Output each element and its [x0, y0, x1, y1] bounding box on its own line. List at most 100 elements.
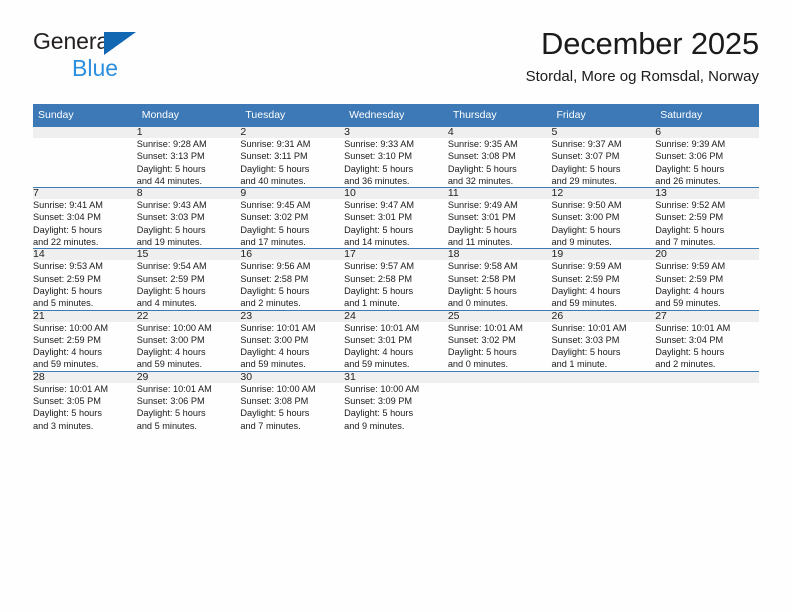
calendar-day-number[interactable]: 12: [551, 187, 656, 200]
day-detail-line: Sunset: 3:00 PM: [136, 334, 205, 345]
day-detail-line: and 44 minutes.: [136, 175, 203, 186]
day-detail-line: Daylight: 5 hours: [240, 163, 310, 174]
calendar-day-details: Sunrise: 9:37 AM Sunset: 3:07 PM Daylight:…: [551, 138, 656, 188]
day-detail-line: Sunrise: 10:01 AM: [344, 322, 420, 333]
calendar-day-number[interactable]: 26: [551, 309, 656, 322]
day-detail-line: and 2 minutes.: [655, 359, 716, 370]
day-detail-line: Daylight: 5 hours: [240, 408, 310, 419]
calendar-day-number[interactable]: 8: [136, 187, 241, 200]
calendar-day-number[interactable]: 24: [344, 309, 448, 322]
day-detail-line: Sunrise: 10:01 AM: [240, 322, 316, 333]
calendar-day-number[interactable]: 9: [240, 187, 345, 200]
week-detail-row: Sunrise: 10:00 AM Sunset: 2:59 PM Daylight…: [33, 321, 759, 372]
week-daynumber-row: 14 15 16 17 18 19 20: [33, 248, 759, 261]
calendar-day-number[interactable]: 1: [136, 126, 241, 138]
day-detail-line: Sunrise: 9:45 AM: [240, 200, 311, 211]
calendar-day-number[interactable]: 2: [240, 126, 345, 138]
day-detail-line: Daylight: 5 hours: [551, 224, 621, 235]
calendar-day-details: Sunrise: 9:33 AM Sunset: 3:10 PM Daylight:…: [344, 138, 448, 188]
calendar-day-number[interactable]: 17: [344, 248, 448, 261]
calendar-day-empty: [551, 370, 656, 383]
page-header: General Blue December 2025 Stordal, More…: [33, 25, 759, 97]
day-detail-line: and 7 minutes.: [655, 237, 716, 248]
week-detail-row: Sunrise: 10:01 AM Sunset: 3:05 PM Daylight…: [33, 382, 759, 432]
day-detail-line: Sunrise: 10:00 AM: [344, 383, 420, 394]
day-detail-line: and 1 minute.: [551, 359, 608, 370]
day-detail-line: Sunrise: 9:39 AM: [655, 139, 726, 149]
calendar-day-number[interactable]: 29: [136, 370, 241, 383]
generalblue-logo[interactable]: General Blue: [33, 30, 263, 90]
calendar-day-details: Sunrise: 10:01 AM Sunset: 3:01 PM Daylight…: [344, 321, 448, 372]
logo-text-blue: Blue: [72, 55, 119, 81]
calendar-day-number[interactable]: 10: [344, 187, 448, 200]
day-detail-line: and 0 minutes.: [447, 359, 509, 370]
day-detail-line: Sunrise: 10:00 AM: [240, 383, 316, 394]
day-detail-line: Sunrise: 9:56 AM: [240, 261, 311, 272]
calendar-day-number[interactable]: 27: [655, 309, 759, 322]
weekday-header-monday: Monday: [136, 104, 241, 127]
calendar-day-number[interactable]: 30: [240, 370, 345, 383]
day-detail-line: Sunset: 3:00 PM: [551, 212, 620, 223]
calendar-day-number[interactable]: 7: [33, 187, 137, 200]
calendar-day-details: Sunrise: 9:49 AM Sunset: 3:01 PM Daylight:…: [447, 199, 552, 249]
day-detail-line: Sunset: 3:00 PM: [240, 334, 309, 345]
day-detail-line: Sunset: 3:03 PM: [136, 212, 205, 223]
calendar-day-number[interactable]: 16: [240, 248, 345, 261]
day-detail-line: and 59 minutes.: [551, 298, 617, 309]
day-detail-line: Sunset: 2:58 PM: [447, 273, 516, 284]
day-detail-line: Daylight: 5 hours: [136, 408, 206, 419]
day-detail-line: Sunrise: 9:58 AM: [447, 261, 518, 272]
day-detail-line: and 4 minutes.: [136, 298, 197, 309]
calendar-day-number[interactable]: 6: [655, 126, 759, 138]
calendar-day-details: Sunrise: 10:00 AM Sunset: 3:00 PM Daylight…: [136, 321, 241, 372]
day-detail-line: and 40 minutes.: [240, 175, 306, 186]
day-detail-line: and 7 minutes.: [240, 420, 301, 431]
calendar-day-number[interactable]: 31: [344, 370, 448, 383]
calendar-day-details: Sunrise: 9:41 AM Sunset: 3:04 PM Daylight:…: [33, 199, 137, 249]
day-detail-line: Daylight: 5 hours: [344, 285, 414, 296]
calendar-day-number[interactable]: 21: [33, 309, 137, 322]
calendar-day-details: Sunrise: 10:01 AM Sunset: 3:04 PM Daylight…: [655, 321, 759, 372]
calendar-day-number[interactable]: 4: [447, 126, 552, 138]
day-detail-line: Sunset: 2:59 PM: [655, 273, 724, 284]
day-detail-line: Sunset: 3:06 PM: [136, 396, 205, 407]
calendar-day-number[interactable]: 14: [33, 248, 137, 261]
week-detail-row: Sunrise: 9:41 AM Sunset: 3:04 PM Daylight:…: [33, 199, 759, 249]
calendar-cell-empty: [655, 382, 759, 432]
week-detail-row: Sunrise: 9:28 AM Sunset: 3:13 PM Daylight:…: [33, 138, 759, 188]
calendar-day-number[interactable]: 15: [136, 248, 241, 261]
weekday-header-thursday: Thursday: [447, 104, 552, 127]
calendar-day-number[interactable]: 25: [447, 309, 552, 322]
day-detail-line: Daylight: 5 hours: [33, 224, 102, 235]
calendar-day-number[interactable]: 5: [551, 126, 656, 138]
calendar-day-details: Sunrise: 10:00 AM Sunset: 3:09 PM Daylight…: [344, 382, 448, 432]
day-detail-line: Sunset: 3:01 PM: [344, 334, 413, 345]
day-detail-line: and 59 minutes.: [344, 359, 410, 370]
day-detail-line: and 14 minutes.: [344, 237, 410, 248]
day-detail-line: Daylight: 5 hours: [447, 163, 517, 174]
calendar-day-number[interactable]: 18: [447, 248, 552, 261]
calendar-day-details: Sunrise: 9:59 AM Sunset: 2:59 PM Daylight:…: [655, 260, 759, 311]
calendar-day-number[interactable]: 28: [33, 370, 137, 383]
calendar-day-number[interactable]: 23: [240, 309, 345, 322]
calendar-cell-empty: [447, 382, 552, 432]
calendar-day-number[interactable]: 22: [136, 309, 241, 322]
calendar-day-empty: [655, 370, 759, 383]
day-detail-line: Daylight: 4 hours: [33, 347, 102, 358]
calendar-day-number[interactable]: 3: [344, 126, 448, 138]
day-detail-line: and 9 minutes.: [344, 420, 405, 431]
day-detail-line: Daylight: 5 hours: [136, 163, 206, 174]
day-detail-line: Sunrise: 10:00 AM: [136, 322, 212, 333]
week-daynumber-row: 21 22 23 24 25 26 27: [33, 309, 759, 322]
calendar-day-details: Sunrise: 9:50 AM Sunset: 3:00 PM Daylight:…: [551, 199, 656, 249]
day-detail-line: Daylight: 5 hours: [344, 163, 414, 174]
calendar-day-number[interactable]: 13: [655, 187, 759, 200]
day-detail-line: Sunrise: 10:01 AM: [655, 322, 731, 333]
day-detail-line: Sunrise: 10:01 AM: [551, 322, 627, 333]
calendar-day-number[interactable]: 20: [655, 248, 759, 261]
week-daynumber-row: 28 29 30 31: [33, 370, 759, 383]
calendar-day-number[interactable]: 19: [551, 248, 656, 261]
day-detail-line: Sunset: 3:08 PM: [447, 151, 516, 162]
page-title: December 2025: [541, 26, 759, 61]
calendar-day-number[interactable]: 11: [447, 187, 552, 200]
